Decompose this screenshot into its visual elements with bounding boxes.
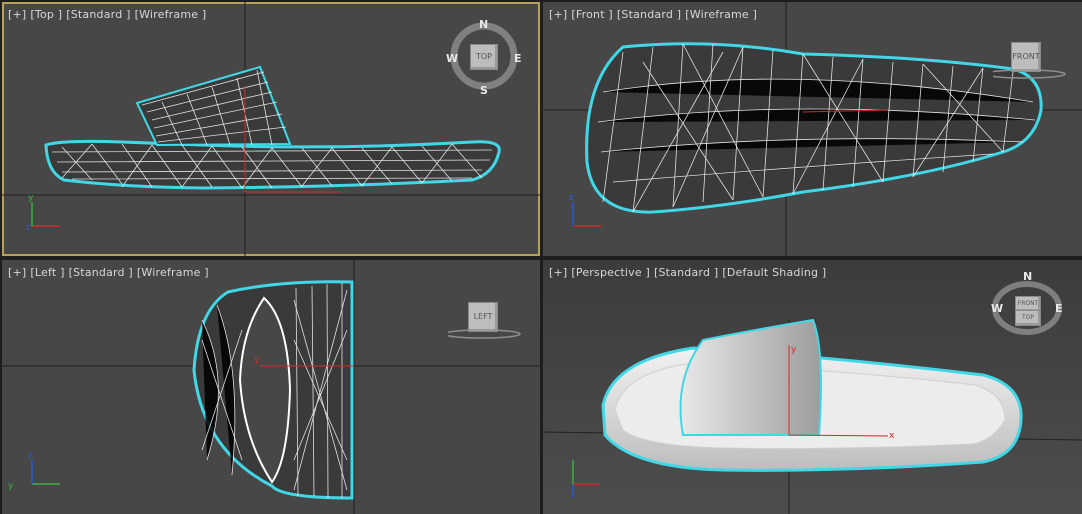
view-label-button[interactable]: [Perspective ] [571, 266, 650, 279]
axis-z-label: z [26, 223, 31, 233]
viewcube-perspective[interactable]: N E W FRONT TOP [991, 270, 1071, 350]
compass-west-label: W [446, 52, 459, 65]
viewport-top[interactable]: y z [+] [Top ] [Standard ] [Wireframe ] N S… [2, 2, 540, 256]
viewport-left-label: [+] [Left ] [Standard ] [Wireframe ] [8, 266, 213, 279]
compass-west-label: W [991, 302, 1004, 315]
sole-outline [585, 42, 1043, 214]
viewport-menu-button[interactable]: [+] [8, 266, 26, 279]
compass-north-label: N [479, 18, 489, 31]
view-label-button[interactable]: [Front ] [571, 8, 613, 21]
viewcube-top[interactable]: N S E W TOP [446, 18, 526, 98]
axis-z-label: z [569, 193, 574, 203]
axis-x-label: x [889, 431, 895, 441]
viewport-front-label: [+] [Front ] [Standard ] [Wireframe ] [549, 8, 761, 21]
compass-east-label: E [1055, 302, 1063, 315]
viewport-left[interactable]: y z y [+] [Left ] [Standard ] [Wireframe ] … [2, 260, 540, 514]
viewcube-front[interactable]: FRONT [993, 30, 1073, 110]
axis-y-label: y [8, 481, 14, 491]
viewport-menu-button[interactable]: [+] [549, 8, 567, 21]
viewport-menu-button[interactable]: [+] [8, 8, 26, 21]
shading-label-button[interactable]: [Standard ] [617, 8, 681, 21]
viewport-grid: y z [+] [Top ] [Standard ] [Wireframe ] N S… [0, 0, 1082, 514]
view-label-button[interactable]: [Left ] [30, 266, 64, 279]
compass-east-label: E [514, 52, 522, 65]
shading-label-button[interactable]: [Standard ] [66, 8, 130, 21]
viewport-perspective[interactable]: y x [+] [Perspective ] [Standard ] [Default… [543, 260, 1082, 514]
shading-label-button[interactable]: [Standard ] [69, 266, 133, 279]
viewcube-face-button[interactable]: TOP [1015, 310, 1041, 326]
shading-label-button[interactable]: [Standard ] [654, 266, 718, 279]
viewport-front[interactable]: z [+] [Front ] [Standard ] [Wireframe ] FRO… [543, 2, 1082, 256]
axis-y-label: y [791, 345, 797, 355]
viewcube-face-button[interactable]: LEFT [468, 302, 498, 332]
axis-y-label: y [254, 355, 260, 365]
viewcube-face-button[interactable]: FRONT [1011, 42, 1041, 72]
axis-y-label: y [28, 193, 34, 203]
axis-z-label: z [28, 451, 33, 461]
mode-label-button[interactable]: [Wireframe ] [137, 266, 209, 279]
compass-north-label: N [1023, 270, 1033, 283]
viewport-top-label: [+] [Top ] [Standard ] [Wireframe ] [8, 8, 210, 21]
mode-label-button[interactable]: [Default Shading ] [722, 266, 826, 279]
mode-label-button[interactable]: [Wireframe ] [135, 8, 207, 21]
strap-shaded [679, 318, 822, 436]
viewport-menu-button[interactable]: [+] [549, 266, 567, 279]
viewcube-face-button[interactable]: TOP [470, 44, 498, 70]
mode-label-button[interactable]: [Wireframe ] [685, 8, 757, 21]
view-label-button[interactable]: [Top ] [30, 8, 62, 21]
compass-south-label: S [480, 84, 488, 97]
viewcube-left[interactable]: LEFT [448, 298, 528, 378]
viewport-perspective-label: [+] [Perspective ] [Standard ] [Default Sha… [549, 266, 830, 279]
